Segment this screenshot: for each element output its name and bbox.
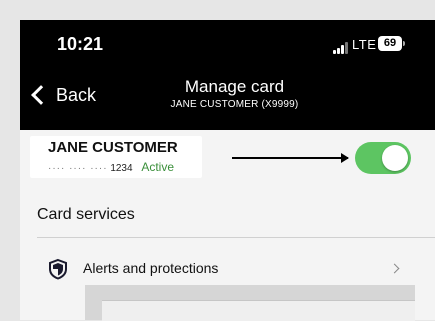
battery-tip bbox=[403, 41, 405, 46]
network-label: LTE bbox=[352, 37, 377, 52]
card-services-heading: Card services bbox=[37, 206, 135, 223]
bottom-sheet-panel bbox=[102, 300, 415, 321]
battery-icon: 69 bbox=[378, 36, 402, 51]
chevron-right-icon bbox=[389, 263, 400, 274]
chevron-left-icon bbox=[31, 85, 51, 105]
status-time: 10:21 bbox=[57, 34, 104, 54]
back-button[interactable]: Back bbox=[30, 77, 96, 113]
signal-icon bbox=[333, 42, 349, 54]
arrow-right-icon bbox=[232, 153, 349, 163]
card-row: JANE CUSTOMER ···· ···· ···· 1234 Active bbox=[20, 130, 435, 200]
divider bbox=[37, 237, 435, 238]
bottom-sheet bbox=[85, 285, 415, 321]
card-info: JANE CUSTOMER ···· ···· ···· 1234 Active bbox=[30, 136, 202, 178]
list-item-label: Alerts and protections bbox=[83, 260, 219, 276]
card-last4: 1234 bbox=[110, 163, 133, 174]
card-status: Active bbox=[141, 160, 175, 174]
status-bar: 10:21 LTE 69 bbox=[20, 20, 435, 67]
card-number: ···· ···· ···· 1234 Active bbox=[48, 160, 174, 174]
nav-title: Manage card bbox=[184, 77, 285, 96]
card-lock-toggle[interactable] bbox=[355, 142, 411, 174]
nav-bar: Back Manage card JANE CUSTOMER (X9999) bbox=[20, 67, 435, 130]
nav-subtitle: JANE CUSTOMER (X9999) bbox=[170, 99, 299, 110]
toggle-knob bbox=[382, 145, 408, 171]
back-label: Back bbox=[56, 84, 97, 105]
shield-icon bbox=[49, 258, 67, 280]
card-masked-dots: ···· ···· ···· bbox=[48, 163, 108, 174]
card-holder-name: JANE CUSTOMER bbox=[48, 139, 178, 156]
page-title: Manage card JANE CUSTOMER (X9999) bbox=[112, 71, 357, 113]
phone-screen: 10:21 LTE 69 Back Manage card JANE CUSTO… bbox=[20, 20, 435, 320]
